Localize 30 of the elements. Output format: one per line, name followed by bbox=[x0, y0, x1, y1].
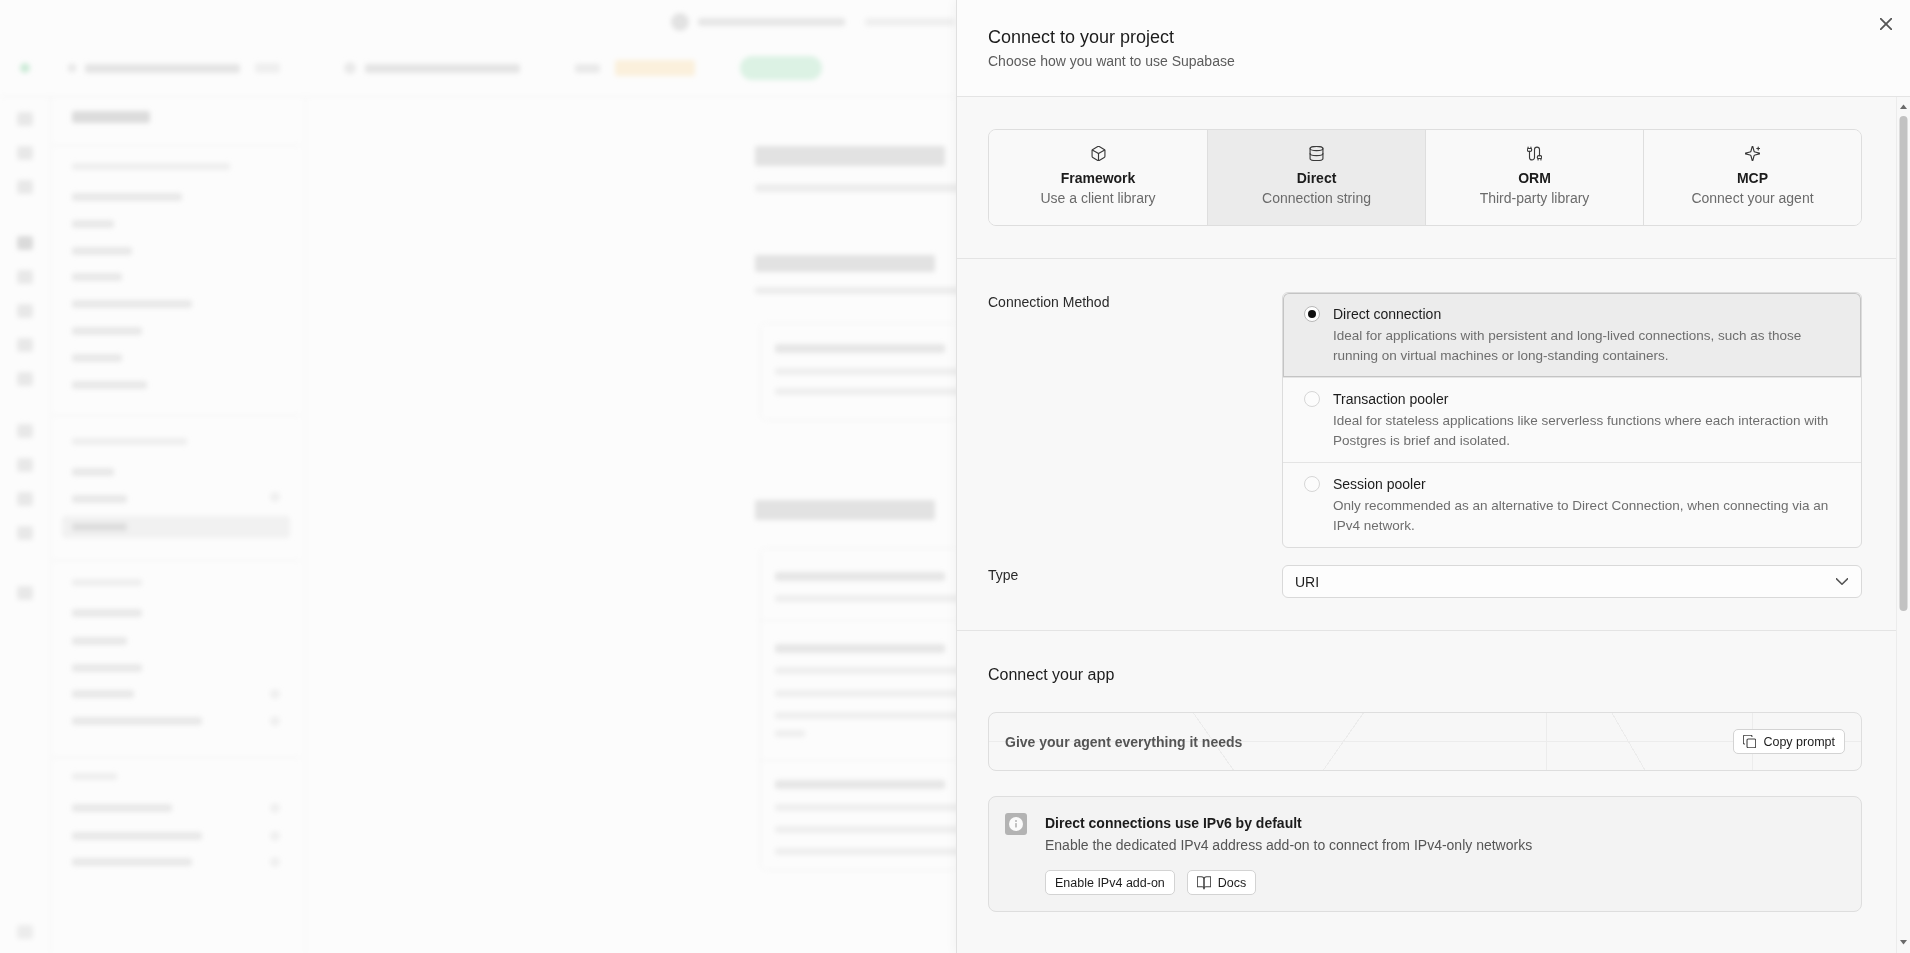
notice-description: Enable the dedicated IPv4 address add-on to connect from IPv4-only networks bbox=[1045, 836, 1533, 855]
connection-option[interactable]: Transaction pooler Ideal for stateless applications like serverless functions where each interaction with Postgres is brief and isolated. bbox=[1283, 377, 1861, 462]
sheet-subtitle: Choose how you want to use Supabase bbox=[988, 52, 1235, 71]
cube-icon bbox=[1090, 146, 1106, 161]
radio-button[interactable] bbox=[1304, 306, 1320, 322]
sparkles-icon bbox=[1745, 146, 1760, 161]
field-label: Connection Method bbox=[988, 293, 1110, 312]
copy-prompt-button[interactable]: Copy prompt bbox=[1733, 729, 1845, 754]
sheet-title: Connect to your project bbox=[988, 26, 1176, 49]
radio-button[interactable] bbox=[1304, 391, 1320, 407]
notice-title: Direct connections use IPv6 by default bbox=[1045, 814, 1303, 833]
close-button[interactable] bbox=[1880, 18, 1892, 30]
copy-icon bbox=[1743, 735, 1757, 748]
chevron-icon bbox=[1836, 578, 1848, 585]
mode-tab[interactable]: MCP Connect your agent bbox=[1643, 130, 1861, 225]
radio-button[interactable] bbox=[1304, 476, 1320, 492]
prompt-text: Give your agent everything it needs bbox=[1005, 732, 1243, 752]
field-label: Type bbox=[988, 566, 1019, 585]
database-icon bbox=[1309, 146, 1324, 161]
cable-icon bbox=[1527, 146, 1542, 161]
docs-button[interactable]: Docs bbox=[1186, 870, 1257, 895]
info-icon bbox=[1005, 813, 1027, 835]
connection-option[interactable]: Direct connection Ideal for applications with persistent and long-lived connections, such as those running on virtual machines or long-standing containers. bbox=[1283, 293, 1861, 377]
book-icon bbox=[1196, 875, 1211, 890]
mode-tab[interactable]: Direct Connection string bbox=[1207, 130, 1425, 225]
connection-option[interactable]: Session pooler Only recommended as an alternative to Direct Connection, when connecting via an IPv4 network. bbox=[1283, 462, 1861, 547]
section-heading: Connect your app bbox=[988, 665, 1116, 685]
close-icon bbox=[1880, 18, 1892, 30]
addon-button[interactable]: Enable IPv4 add-on bbox=[1045, 870, 1175, 895]
type-select[interactable]: URI bbox=[1282, 565, 1862, 598]
